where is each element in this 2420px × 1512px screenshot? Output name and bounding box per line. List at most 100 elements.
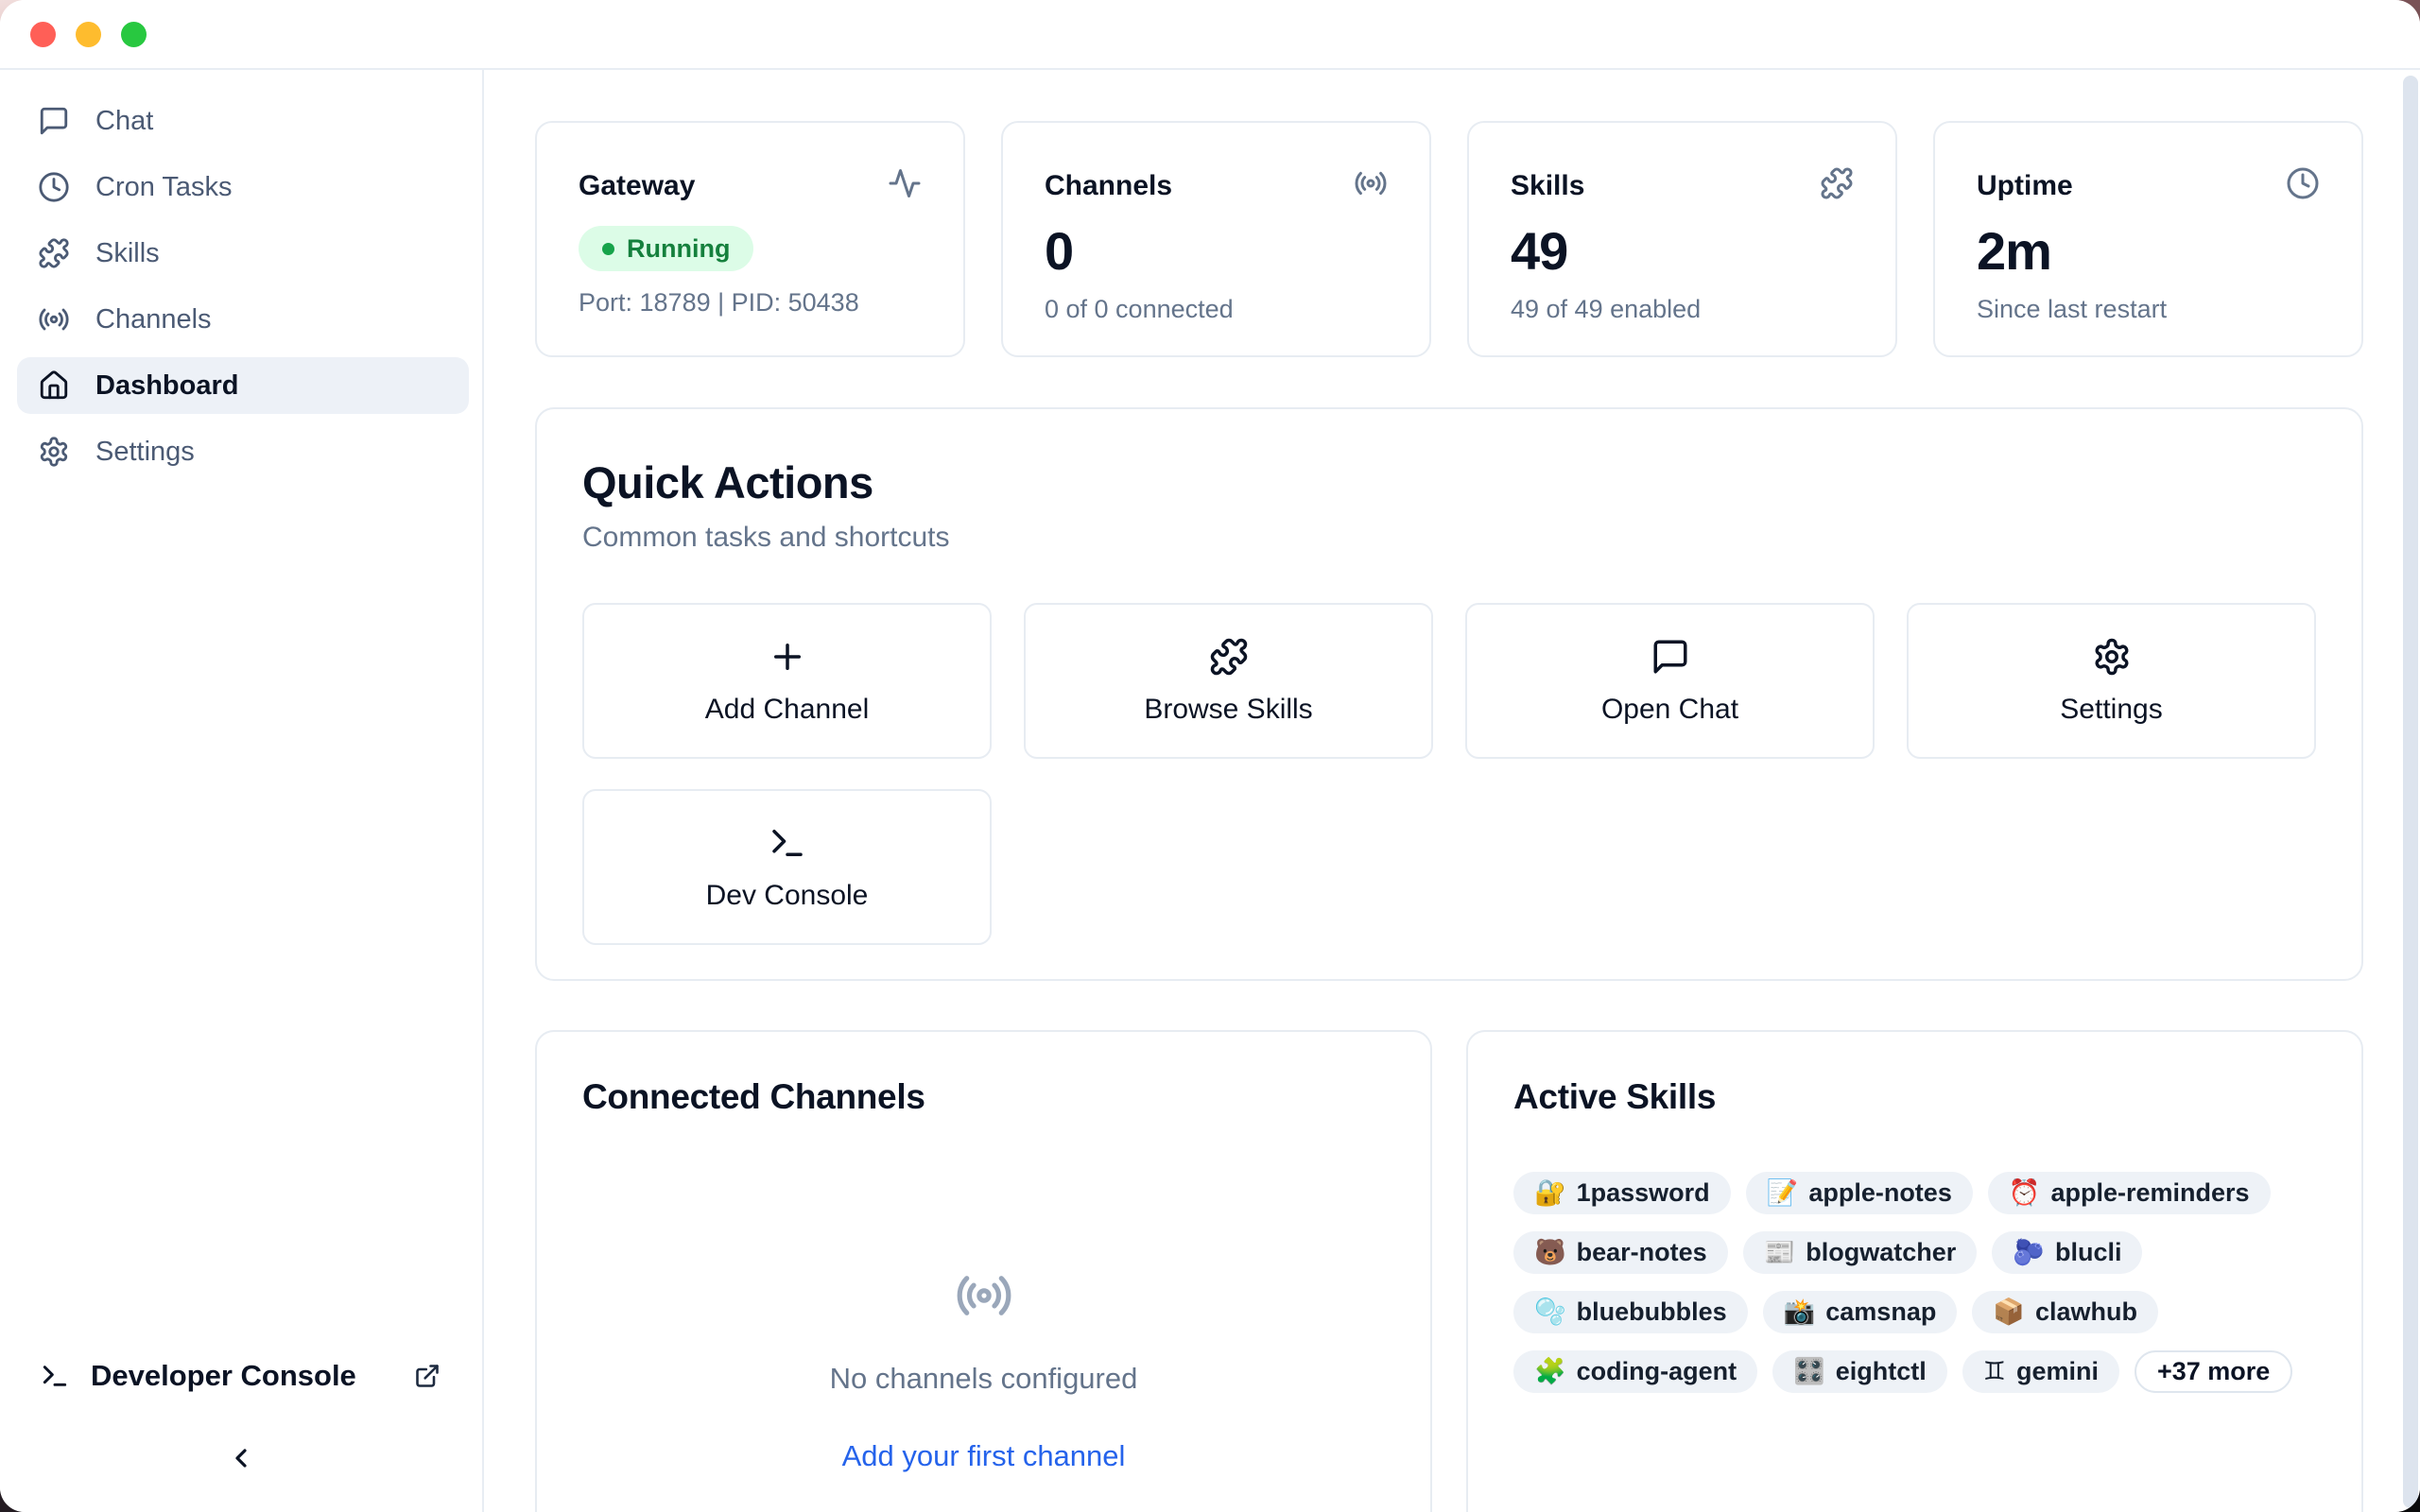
- add-channel-button[interactable]: Add Channel: [582, 603, 992, 759]
- puzzle-icon: [1820, 166, 1854, 205]
- more-skills-chip[interactable]: +37 more: [2135, 1350, 2292, 1393]
- skill-emoji: 🫐: [2013, 1240, 2045, 1265]
- sidebar-item-cron-tasks[interactable]: Cron Tasks: [17, 159, 469, 215]
- sidebar-item-skills[interactable]: Skills: [17, 225, 469, 282]
- stat-card-title: Gateway: [579, 170, 695, 202]
- message-square-icon: [38, 105, 70, 137]
- skill-emoji: 📦: [1993, 1299, 2025, 1325]
- stat-card-value: 2m: [1977, 220, 2320, 282]
- skill-chip-eightctl[interactable]: 🎛️ eightctl: [1772, 1350, 1947, 1393]
- sidebar-nav: Chat Cron Tasks Skills Channels: [0, 70, 482, 480]
- skill-chip-label: camsnap: [1825, 1297, 1936, 1327]
- stat-card-detail: 0 of 0 connected: [1045, 295, 1388, 324]
- sidebar-item-dashboard[interactable]: Dashboard: [17, 357, 469, 414]
- close-window-button[interactable]: [30, 22, 56, 47]
- scrollbar[interactable]: [2403, 76, 2418, 1508]
- developer-console-label: Developer Console: [91, 1359, 356, 1393]
- skill-chip-coding-agent[interactable]: 🧩 coding-agent: [1513, 1350, 1757, 1393]
- quick-action-label: Browse Skills: [1144, 694, 1312, 726]
- sidebar-collapse-button[interactable]: [0, 1433, 482, 1487]
- stat-card-gateway: Gateway Running Port: 18789 | PID: 50438: [535, 121, 965, 357]
- add-first-channel-link[interactable]: Add your first channel: [842, 1439, 1126, 1473]
- radio-icon: [1354, 166, 1388, 205]
- sidebar-item-label: Channels: [95, 304, 212, 335]
- skill-chip-label: 1password: [1577, 1178, 1710, 1208]
- sidebar-item-chat[interactable]: Chat: [17, 93, 469, 149]
- external-link-icon[interactable]: [414, 1363, 441, 1389]
- sidebar-item-settings[interactable]: Settings: [17, 423, 469, 480]
- skill-chip-camsnap[interactable]: 📸 camsnap: [1763, 1291, 1958, 1333]
- terminal-icon: [768, 823, 807, 863]
- puzzle-icon: [1209, 637, 1249, 677]
- quick-action-label: Dev Console: [706, 880, 869, 912]
- skill-chip-1password[interactable]: 🔐 1password: [1513, 1172, 1731, 1214]
- stat-card-skills: Skills 49 49 of 49 enabled: [1467, 121, 1897, 357]
- skill-emoji: 📸: [1784, 1299, 1816, 1325]
- active-skills-title: Active Skills: [1513, 1077, 2316, 1117]
- zoom-window-button[interactable]: [121, 22, 147, 47]
- stat-card-detail: Port: 18789 | PID: 50438: [579, 288, 922, 318]
- skill-chip-label: bluebubbles: [1577, 1297, 1727, 1327]
- skill-chip-blogwatcher[interactable]: 📰 blogwatcher: [1743, 1231, 1978, 1274]
- quick-actions-grid: Add Channel Browse Skills Open Chat: [582, 603, 2316, 945]
- skill-chips: 🔐 1password 📝 apple-notes ⏰apple-reminders…: [1513, 1172, 2316, 1393]
- skill-emoji: 🧩: [1534, 1359, 1566, 1384]
- skill-emoji: 🔐: [1534, 1180, 1566, 1206]
- channels-empty-state: No channels configured Add your first ch…: [582, 1117, 1385, 1473]
- skill-chip-label: blucli: [2055, 1238, 2122, 1267]
- stats-row: Gateway Running Port: 18789 | PID: 50438…: [535, 121, 2363, 357]
- quick-action-label: Add Channel: [705, 694, 869, 726]
- open-chat-button[interactable]: Open Chat: [1465, 603, 1875, 759]
- browse-skills-button[interactable]: Browse Skills: [1024, 603, 1433, 759]
- sidebar-item-channels[interactable]: Channels: [17, 291, 469, 348]
- skill-chip-apple-notes[interactable]: 📝 apple-notes: [1746, 1172, 1973, 1214]
- home-icon: [38, 369, 70, 402]
- window-titlebar: [0, 0, 2420, 70]
- settings-button[interactable]: Settings: [1907, 603, 2316, 759]
- skill-emoji: 📝: [1767, 1180, 1799, 1206]
- gear-icon: [38, 436, 70, 468]
- sidebar-item-label: Cron Tasks: [95, 172, 233, 203]
- sidebar-item-label: Chat: [95, 106, 153, 137]
- stat-card-value: 49: [1511, 220, 1854, 282]
- sidebar-item-label: Skills: [95, 238, 160, 269]
- quick-actions-subtitle: Common tasks and shortcuts: [582, 522, 2316, 554]
- skill-chip-label: eightctl: [1836, 1357, 1927, 1386]
- dev-console-button[interactable]: Dev Console: [582, 789, 992, 945]
- stat-card-value: 0: [1045, 220, 1388, 282]
- skill-chip-label: blogwatcher: [1806, 1238, 1956, 1267]
- chevron-left-icon: [226, 1443, 256, 1478]
- bottom-row: Connected Channels No channels configure…: [535, 1030, 2363, 1512]
- quick-action-label: Settings: [2060, 694, 2162, 726]
- developer-console-link[interactable]: Developer Console: [0, 1346, 482, 1406]
- terminal-icon: [40, 1361, 70, 1391]
- clock-icon: [2286, 166, 2320, 205]
- message-square-icon: [1651, 637, 1690, 677]
- sidebar: Chat Cron Tasks Skills Channels: [0, 70, 484, 1512]
- activity-icon: [888, 166, 922, 205]
- skill-chip-apple-reminders[interactable]: ⏰apple-reminders: [1988, 1172, 2271, 1214]
- app-window: Chat Cron Tasks Skills Channels: [0, 0, 2420, 1512]
- skill-chip-label: gemini: [2016, 1357, 2099, 1386]
- channels-empty-text: No channels configured: [830, 1362, 1138, 1396]
- radio-icon: [38, 303, 70, 335]
- quick-actions-panel: Quick Actions Common tasks and shortcuts…: [535, 407, 2363, 981]
- skill-emoji: 📰: [1764, 1240, 1796, 1265]
- skill-chip-label: coding-agent: [1577, 1357, 1737, 1386]
- stat-card-channels: Channels 0 0 of 0 connected: [1001, 121, 1431, 357]
- skill-chip-gemini[interactable]: ♊gemini: [1962, 1350, 2119, 1393]
- stat-card-title: Channels: [1045, 170, 1172, 202]
- skill-emoji: 🎛️: [1793, 1359, 1825, 1384]
- skill-chip-blucli[interactable]: 🫐 blucli: [1992, 1231, 2142, 1274]
- connected-channels-card: Connected Channels No channels configure…: [535, 1030, 1432, 1512]
- skill-chip-bear-notes[interactable]: 🐻bear-notes: [1513, 1231, 1728, 1274]
- minimize-window-button[interactable]: [76, 22, 101, 47]
- skill-chip-bluebubbles[interactable]: 🫧 bluebubbles: [1513, 1291, 1748, 1333]
- sidebar-item-label: Settings: [95, 437, 195, 468]
- skill-chip-label: apple-notes: [1808, 1178, 1952, 1208]
- status-dot-icon: [602, 243, 614, 255]
- skill-chip-clawhub[interactable]: 📦clawhub: [1972, 1291, 2158, 1333]
- skill-emoji: 🐻: [1534, 1240, 1566, 1265]
- skill-emoji: 🫧: [1534, 1299, 1566, 1325]
- gear-icon: [2092, 637, 2132, 677]
